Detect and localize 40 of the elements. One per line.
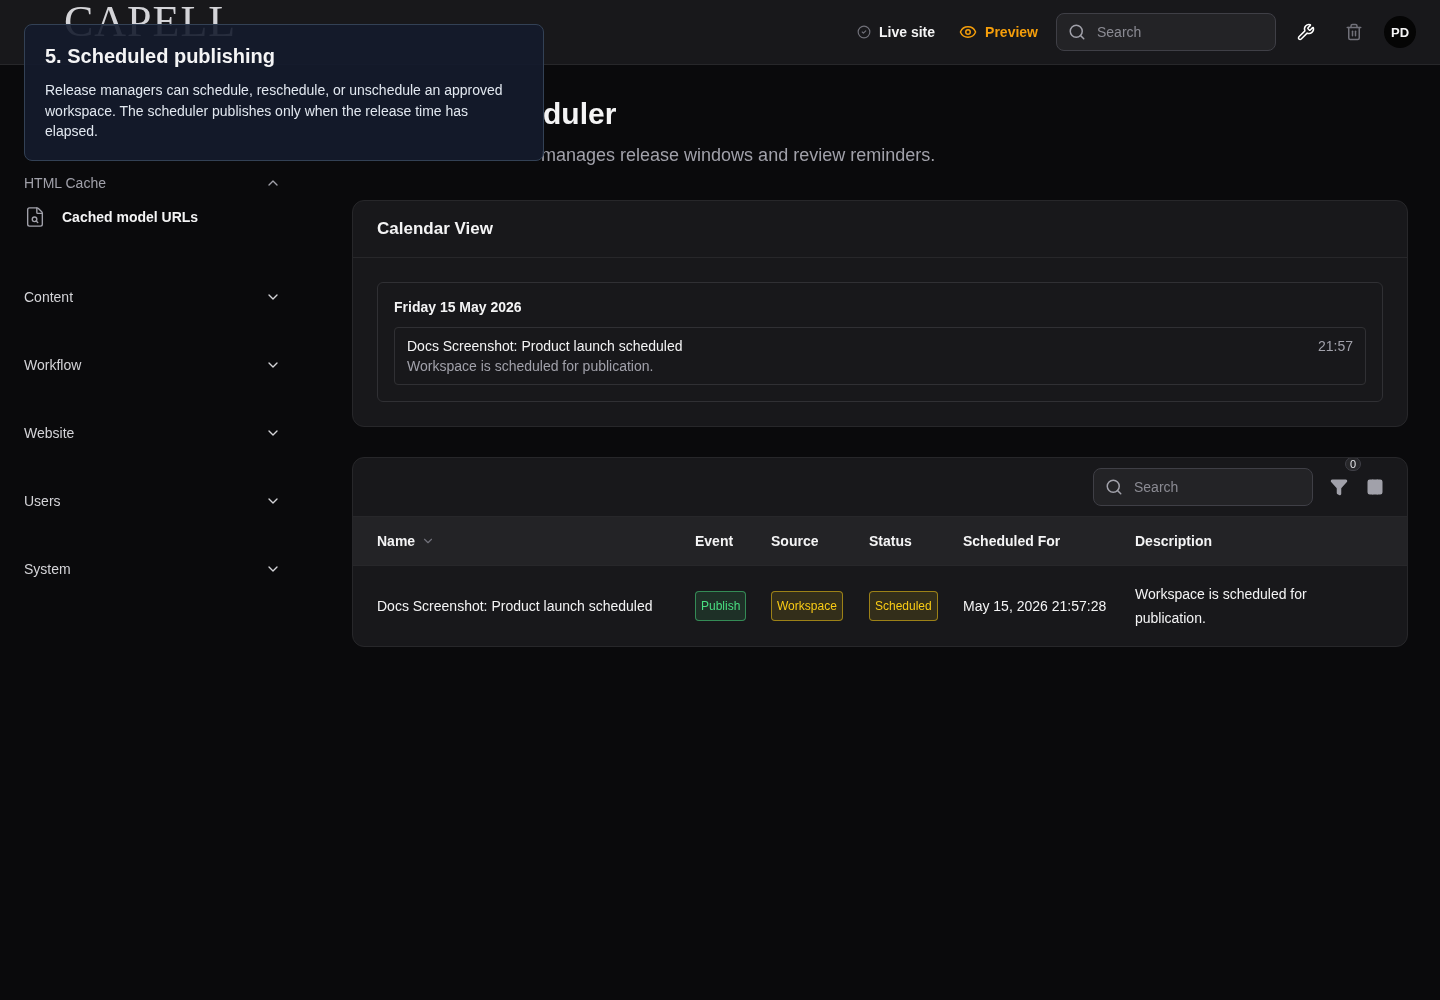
source-tag: Workspace	[771, 591, 843, 621]
sidebar-group[interactable]: Users	[24, 489, 281, 513]
table-search-field[interactable]: Search	[1093, 468, 1313, 506]
tooltip-text: Release managers can schedule, reschedule, or unschedule an approved workspace. The scheduler publishes only when the release time has elapsed.	[45, 81, 504, 141]
calendar-event[interactable]: Docs Screenshot: Product launch scheduled Workspace is scheduled for publication. 21:57	[394, 327, 1366, 385]
card-title: Calendar View	[353, 201, 1407, 258]
page-title: duler	[543, 97, 617, 131]
event-description: Workspace is scheduled for publication.	[407, 358, 655, 374]
sidebar-item[interactable]: Cached model URLs	[24, 205, 352, 229]
column-header[interactable]: Event	[695, 533, 771, 549]
avatar[interactable]: PD	[1384, 16, 1416, 48]
column-header[interactable]: Description	[1135, 533, 1407, 549]
table-cell-text: Docs Screenshot: Product launch scheduled	[377, 597, 654, 616]
column-header[interactable]: Name	[377, 533, 695, 549]
column-header[interactable]: Status	[869, 533, 963, 549]
page-subtitle: manages release windows and review reminders.	[541, 145, 936, 166]
sidebar-group[interactable]: Website	[24, 421, 281, 445]
event-tag: Publish	[695, 591, 747, 621]
status-tag: Scheduled	[869, 591, 938, 621]
file-search-icon	[24, 206, 46, 228]
sidebar-group[interactable]: Workflow	[24, 353, 281, 377]
sidebar-group[interactable]: System	[24, 557, 281, 581]
eye-icon	[959, 23, 978, 41]
filter-count: 0	[1344, 458, 1361, 471]
table-cell-text: Workspace is scheduled for publication.	[1135, 585, 1308, 628]
sidebar-group[interactable]: Content	[24, 285, 281, 309]
event-title: Docs Screenshot: Product launch scheduled	[407, 338, 683, 354]
search-field[interactable]: Search	[1056, 13, 1276, 51]
tooltip-title: 5. Scheduled publishing	[45, 45, 277, 68]
sidebar-group[interactable]: HTML Cache	[24, 171, 281, 195]
check-circle-icon	[857, 25, 872, 39]
column-header[interactable]: Scheduled For	[963, 533, 1135, 549]
preview-link[interactable]: Preview	[953, 23, 1044, 41]
day-date: Friday 15 May 2026	[394, 299, 523, 315]
event-time: 21:57	[1317, 338, 1353, 356]
search-icon	[1068, 23, 1086, 41]
table-cell-text: May 15, 2026 21:57:28	[963, 597, 1108, 616]
live-site-link[interactable]: Live site	[851, 24, 942, 40]
search-icon	[1105, 478, 1123, 496]
column-header[interactable]: Source	[771, 533, 869, 549]
